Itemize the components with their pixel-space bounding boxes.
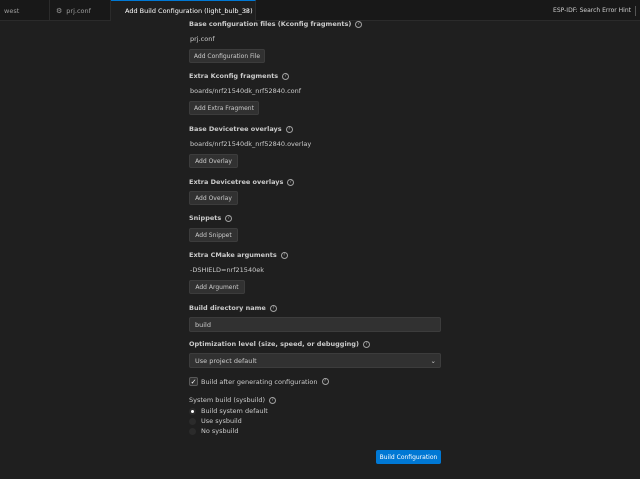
build-directory-input[interactable]: build <box>189 317 441 332</box>
add-extra-fragment-button[interactable]: Add Extra Fragment <box>189 101 259 115</box>
sysbuild-option-default[interactable]: Build system default <box>189 407 268 415</box>
optimization-level-label: Optimization level (size, speed, or debu… <box>189 340 370 348</box>
chevron-down-icon: ⌄ <box>430 356 436 365</box>
help-icon[interactable]: ? <box>362 340 370 348</box>
cmake-arguments-label-text: Extra CMake arguments <box>189 251 277 259</box>
help-icon[interactable]: ? <box>321 378 329 385</box>
extra-kconfig-label-text: Extra Kconfig fragments <box>189 72 279 80</box>
add-overlay-button[interactable]: Add Overlay <box>189 154 238 168</box>
tab-west[interactable]: west <box>0 0 50 21</box>
editor-tab-bar: west ⚙ prj.conf Add Build Configuration … <box>0 0 640 21</box>
cmake-arguments-label: Extra CMake arguments ? <box>189 251 288 259</box>
extra-kconfig-label: Extra Kconfig fragments ? <box>189 72 290 80</box>
close-icon[interactable]: × <box>244 7 250 15</box>
gear-icon: ⚙ <box>56 6 63 15</box>
sysbuild-label: System build (sysbuild) ? <box>189 396 277 404</box>
help-icon[interactable]: ? <box>269 304 277 312</box>
optimization-level-select[interactable]: Use project default ⌄ <box>189 353 441 368</box>
radio-label: Build system default <box>201 407 268 415</box>
add-argument-button[interactable]: Add Argument <box>189 280 245 294</box>
radio-button[interactable] <box>189 417 196 425</box>
optimization-level-selected: Use project default <box>195 356 257 365</box>
base-conf-value: prj.conf <box>190 35 215 43</box>
build-directory-label: Build directory name ? <box>189 304 277 312</box>
help-icon[interactable]: ? <box>225 214 233 222</box>
help-icon[interactable]: ? <box>280 251 288 259</box>
radio-button[interactable] <box>189 427 196 435</box>
help-icon[interactable]: ? <box>269 396 277 404</box>
search-error-hint[interactable]: ESP-IDF: Search Error Hint <box>553 0 636 21</box>
help-icon[interactable]: ? <box>355 20 363 28</box>
snippets-label: Snippets ? <box>189 214 233 222</box>
tab-add-build-configuration[interactable]: Add Build Configuration (light_bulb_33) … <box>111 0 256 21</box>
tab-prj-conf[interactable]: ⚙ prj.conf <box>50 0 111 21</box>
snippets-label-text: Snippets <box>189 214 222 222</box>
base-devicetree-value: boards/nrf21540dk_nrf52840.overlay <box>190 140 312 148</box>
add-snippet-button[interactable]: Add Snippet <box>189 228 238 242</box>
sysbuild-label-text: System build (sysbuild) <box>189 396 266 404</box>
tab-label: Add Build Configuration (light_bulb_33) <box>125 7 253 15</box>
cmake-arguments-value: -DSHIELD=nrf21540ek <box>190 266 264 274</box>
radio-button[interactable] <box>189 407 196 415</box>
build-directory-label-text: Build directory name <box>189 304 266 312</box>
base-devicetree-label-text: Base Devicetree overlays <box>189 125 282 133</box>
add-extra-overlay-button[interactable]: Add Overlay <box>189 191 238 205</box>
optimization-level-label-text: Optimization level (size, speed, or debu… <box>189 340 359 348</box>
tab-label: prj.conf <box>66 6 91 15</box>
base-conf-label: Base configuration files (Kconfig fragme… <box>189 20 363 28</box>
build-after-generating-option[interactable]: ✓ Build after generating configuration ? <box>189 377 329 386</box>
extra-devicetree-label-text: Extra Devicetree overlays <box>189 178 284 186</box>
tab-label: west <box>4 6 20 15</box>
build-directory-value: build <box>195 320 211 329</box>
build-after-checkbox[interactable]: ✓ <box>189 377 198 386</box>
sysbuild-option-none[interactable]: No sysbuild <box>189 427 239 435</box>
radio-label: No sysbuild <box>201 427 239 435</box>
radio-label: Use sysbuild <box>201 417 242 425</box>
build-after-label: Build after generating configuration <box>201 377 318 386</box>
sysbuild-option-use[interactable]: Use sysbuild <box>189 417 242 425</box>
search-error-hint-label: ESP-IDF: Search Error Hint <box>553 7 631 14</box>
help-icon[interactable]: ? <box>287 178 295 186</box>
build-configuration-button[interactable]: Build Configuration <box>376 450 441 464</box>
help-icon[interactable]: ? <box>282 72 290 80</box>
add-configuration-file-button[interactable]: Add Configuration File <box>189 49 265 63</box>
base-conf-label-text: Base configuration files (Kconfig fragme… <box>189 20 352 28</box>
base-devicetree-label: Base Devicetree overlays ? <box>189 125 293 133</box>
extra-kconfig-value: boards/nrf21540dk_nrf52840.conf <box>190 87 302 95</box>
divider <box>635 5 636 16</box>
extra-devicetree-label: Extra Devicetree overlays ? <box>189 178 295 186</box>
help-icon[interactable]: ? <box>285 125 293 133</box>
